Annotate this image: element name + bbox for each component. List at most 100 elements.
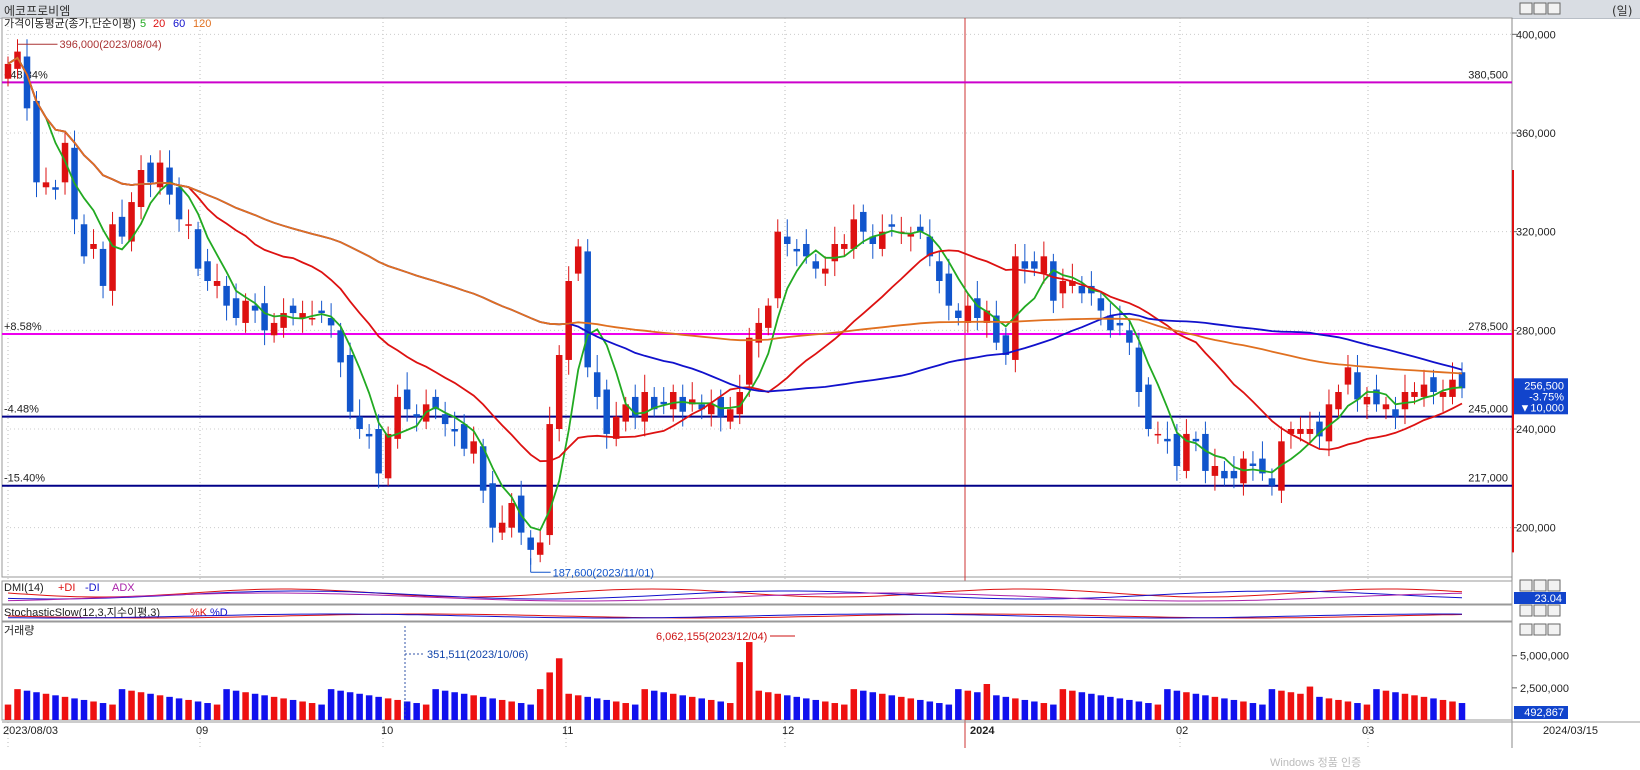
volume-bar bbox=[394, 699, 401, 720]
candle-body bbox=[1059, 281, 1067, 294]
volume-bar bbox=[242, 692, 249, 720]
candle-body bbox=[1297, 429, 1304, 434]
candle-body bbox=[441, 414, 449, 425]
volume-bar bbox=[993, 695, 1000, 720]
panel-control-button[interactable] bbox=[1519, 623, 1533, 636]
candle-body bbox=[80, 224, 88, 257]
volume-bar bbox=[527, 704, 534, 720]
volume-bar bbox=[1458, 703, 1466, 720]
panel-control-button[interactable] bbox=[1547, 2, 1561, 15]
candle-body bbox=[964, 305, 972, 323]
volume-bar bbox=[1107, 696, 1114, 720]
volume-bar bbox=[289, 699, 297, 720]
volume-bar bbox=[1373, 689, 1380, 720]
candle-body bbox=[1354, 372, 1361, 400]
panel-control-button[interactable] bbox=[1547, 579, 1561, 592]
volume-bar bbox=[42, 693, 50, 720]
candle-body bbox=[365, 433, 373, 437]
panel-control-button[interactable] bbox=[1533, 2, 1547, 15]
volume-bar bbox=[964, 690, 972, 720]
candle-body bbox=[584, 251, 591, 368]
volume-bar bbox=[1325, 698, 1333, 720]
current-diff: ▼10,000 bbox=[1519, 402, 1564, 414]
candle-body bbox=[641, 392, 648, 422]
volume-bar bbox=[860, 690, 867, 720]
stochastic-panel bbox=[1, 604, 1513, 622]
candle-body bbox=[888, 224, 896, 227]
candle-body bbox=[270, 322, 278, 336]
volume-tick-label: 2,500,000 bbox=[1520, 683, 1569, 695]
volume-bar bbox=[1145, 703, 1152, 720]
candle-body bbox=[175, 187, 183, 220]
volume-bar bbox=[413, 703, 420, 720]
price-tick-label: 240,000 bbox=[1516, 424, 1556, 436]
candle-body bbox=[1221, 470, 1228, 479]
volume-bar bbox=[109, 704, 116, 720]
candle-body bbox=[242, 300, 249, 323]
candle-body bbox=[1344, 367, 1352, 385]
volume-bar bbox=[14, 689, 21, 720]
candle-body bbox=[1021, 261, 1029, 269]
volume-bar bbox=[1202, 695, 1209, 720]
candle-body bbox=[565, 281, 572, 360]
candle-body bbox=[1306, 429, 1314, 434]
volume-bar bbox=[1154, 704, 1162, 720]
panel-control-button[interactable] bbox=[1519, 604, 1533, 617]
candle-body bbox=[860, 211, 867, 232]
candle-body bbox=[679, 396, 686, 412]
panel-control-button[interactable] bbox=[1533, 623, 1547, 636]
candle-body bbox=[707, 404, 715, 415]
candle-body bbox=[1012, 256, 1019, 360]
candle-body bbox=[90, 244, 97, 249]
volume-bar bbox=[1173, 690, 1181, 720]
volume-bar bbox=[603, 699, 610, 720]
panel-control-button[interactable] bbox=[1519, 579, 1533, 592]
price-tick-label: 320,000 bbox=[1516, 227, 1556, 239]
volume-bar bbox=[746, 642, 753, 720]
candle-body bbox=[470, 441, 477, 454]
panel-control-button[interactable] bbox=[1547, 604, 1561, 617]
price-tick-label: 280,000 bbox=[1516, 325, 1556, 337]
panel-control-button[interactable] bbox=[1533, 604, 1547, 617]
candle-body bbox=[841, 244, 848, 249]
panel-control-button[interactable] bbox=[1533, 579, 1547, 592]
volume-bar bbox=[1164, 689, 1171, 720]
volume-bar bbox=[422, 704, 430, 720]
volume-bar bbox=[726, 703, 734, 720]
date-label: 12 bbox=[782, 725, 794, 737]
volume-bar bbox=[812, 699, 820, 720]
price-tick-label: 400,000 bbox=[1516, 29, 1556, 41]
volume-bar bbox=[498, 699, 506, 720]
candle-body bbox=[346, 355, 354, 412]
volume-bar bbox=[4, 704, 12, 720]
candle-body bbox=[489, 483, 496, 528]
volume-bar bbox=[1012, 698, 1019, 720]
volume-bar bbox=[1088, 693, 1095, 720]
volume-bar bbox=[1126, 699, 1133, 720]
candle-body bbox=[109, 224, 116, 291]
candle-body bbox=[1401, 392, 1409, 410]
panel-control-button[interactable] bbox=[1547, 623, 1561, 636]
volume-bar bbox=[137, 692, 145, 720]
volume-bar bbox=[1401, 693, 1409, 720]
volume-bar bbox=[441, 690, 449, 720]
volume-bar bbox=[841, 704, 848, 720]
volume-bar bbox=[1002, 696, 1010, 720]
candle-body bbox=[1107, 315, 1114, 331]
candle-body bbox=[784, 236, 791, 244]
volume-bar bbox=[1135, 701, 1143, 720]
volume-bar bbox=[1069, 690, 1076, 720]
volume-bar bbox=[194, 701, 202, 720]
volume-bar bbox=[1031, 701, 1038, 720]
volume-bar bbox=[489, 698, 496, 720]
candle-body bbox=[1411, 392, 1418, 397]
candle-body bbox=[451, 429, 458, 432]
candle-body bbox=[536, 542, 544, 555]
volume-bar bbox=[118, 689, 126, 720]
volume-bar bbox=[945, 704, 953, 720]
ma-legend-period: 20 bbox=[153, 18, 165, 30]
panel-control-button[interactable] bbox=[1519, 2, 1533, 15]
volume-bar bbox=[280, 698, 287, 720]
candle-body bbox=[508, 503, 515, 528]
volume-bar bbox=[1078, 692, 1086, 720]
